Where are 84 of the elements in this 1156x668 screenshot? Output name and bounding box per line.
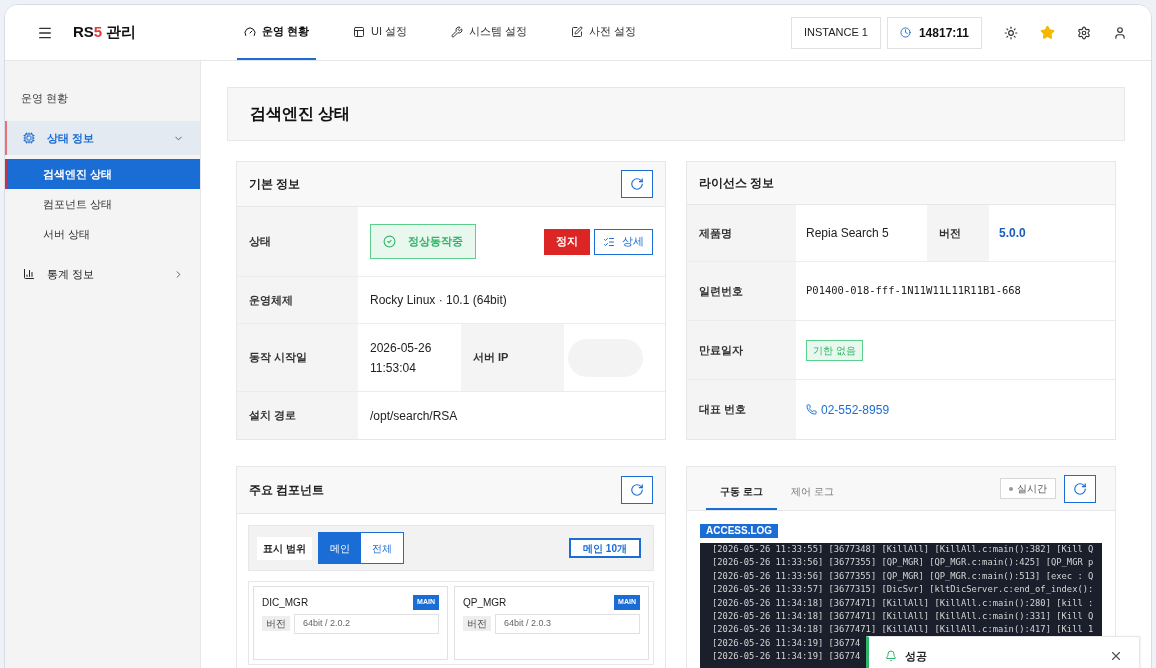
edit-icon [571, 25, 584, 38]
field-label: 일련번호 [699, 283, 743, 299]
star-icon[interactable] [1040, 25, 1055, 40]
nav-tab[interactable]: UI 설정 [346, 5, 415, 60]
check-circle-icon [383, 235, 396, 248]
serial-number: P01400-018-fff-1N11W11L11R11B1-668 [806, 283, 1021, 299]
card-title: 라이선스 정보 [699, 175, 775, 192]
list-icon [603, 235, 615, 248]
stop-button[interactable]: 정지 [544, 228, 590, 255]
refresh-icon [1073, 481, 1087, 496]
wrench-icon [451, 25, 464, 38]
phone-icon [806, 404, 817, 415]
detail-button[interactable]: 상세 [594, 228, 653, 255]
sidebar-group[interactable]: 통계 정보 [5, 257, 200, 291]
nav-tab[interactable]: 사전 설정 [564, 5, 644, 60]
log-tab[interactable]: 구동 로그 [706, 474, 777, 510]
toast-message: 성공 [905, 648, 927, 664]
card-title: 주요 컴포넌트 [249, 482, 325, 499]
field-value: /opt/search/RSA [370, 407, 458, 425]
gauge-icon [244, 25, 256, 38]
page-title: 검색엔진 상태 [250, 104, 351, 124]
theme-icon[interactable] [1004, 25, 1018, 40]
version-label: 버전 [463, 616, 491, 632]
sidebar-item[interactable]: 서버 상태 [5, 219, 200, 249]
field-value: 2026-05-26 11:53:04 [370, 339, 433, 377]
sidebar-item[interactable]: 검색엔진 상태 [5, 159, 200, 189]
refresh-button[interactable] [1064, 474, 1096, 503]
bell-icon [885, 650, 897, 662]
nav-tab[interactable]: 시스템 설정 [444, 5, 535, 60]
field-label: 대표 번호 [699, 402, 747, 418]
count-button[interactable]: 메인 10개 [569, 538, 641, 558]
log-line: [2026-05-26 11:34:18] [3677471] [KillAll] [KillAll.c:main():417] [Kill 1 [712, 623, 1094, 637]
app-logo: RS5 관리 [73, 22, 137, 43]
phone-link[interactable]: 02-552-8959 [806, 400, 890, 419]
log-line: [2026-05-26 11:34:19] [36774 [712, 636, 861, 650]
refresh-button[interactable] [621, 170, 653, 198]
field-label: 제품명 [699, 225, 732, 241]
status-badge: 정상동작중 [370, 224, 476, 259]
timer-display: 14817:11 [886, 16, 982, 49]
log-line: [2026-05-26 11:33:56] [3677355] [QP_MGR] [QP_MGR.c:main():513] [exec : Q [712, 569, 1094, 583]
version-field: 64bit / 2.0.3 [495, 614, 640, 634]
refresh-icon [630, 177, 644, 191]
live-badge: 실시간 [1000, 478, 1056, 499]
version-label: 버전 [262, 616, 290, 632]
log-file-label: ACCESS.LOG [700, 524, 779, 538]
field-label: 버전 [939, 225, 961, 241]
sidebar-group[interactable]: 상태 정보 [5, 121, 200, 155]
component-name: DIC_MGR [262, 596, 309, 610]
chip-icon [23, 132, 35, 144]
refresh-button[interactable] [621, 476, 653, 504]
scope-toggle[interactable]: 메인 [318, 533, 361, 563]
scope-label: 표시 범위 [257, 536, 312, 560]
field-label: 동작 시작일 [249, 350, 308, 366]
field-label: 서버 IP [473, 350, 509, 366]
card-title: 기본 정보 [249, 176, 301, 193]
log-line: [2026-05-26 11:33:56] [3677355] [QP_MGR] [QP_MGR.c:main():425] [QP_MGR p [712, 556, 1094, 570]
clock-icon [899, 27, 911, 38]
log-line: [2026-05-26 11:33:57] [3677315] [DicSvr] [kltDicServer.c:end_of_index(): [712, 583, 1094, 597]
close-icon[interactable] [1109, 649, 1123, 663]
log-line: [2026-05-26 11:34:19] [36774 [712, 650, 861, 664]
field-label: 상태 [249, 234, 271, 250]
log-line: [2026-05-26 11:33:55] [3677348] [KillAll] [KillAll.c:main():382] [Kill Q [712, 543, 1094, 556]
field-value: Repia Search 5 [806, 225, 889, 242]
scope-toggle[interactable]: 전체 [360, 533, 403, 563]
user-icon[interactable] [1113, 25, 1127, 40]
sidebar-item[interactable]: 컴포넌트 상태 [5, 189, 200, 219]
log-line: [2026-05-26 11:34:18] [3677471] [KillAll] [KillAll.c:main():331] [Kill Q [712, 610, 1094, 624]
component-name: QP_MGR [463, 596, 507, 610]
version-value: 5.0.0 [999, 225, 1026, 242]
field-label: 설치 경로 [249, 408, 297, 424]
no-expiry-tag: 기한 없음 [806, 339, 863, 361]
log-line: [2026-05-26 11:34:18] [3677471] [KillAll] [KillAll.c:main():280] [kill : [712, 596, 1094, 610]
bar-chart-icon [23, 268, 35, 280]
log-tab[interactable]: 제어 로그 [776, 474, 848, 510]
field-value: Rocky Linux · 10.1 (64bit) [370, 292, 507, 309]
settings-icon[interactable] [1077, 25, 1091, 40]
field-label: 운영체제 [249, 292, 293, 308]
layout-icon [353, 25, 366, 38]
refresh-icon [630, 483, 644, 497]
nav-tab[interactable]: 운영 현황 [237, 5, 317, 60]
sidebar-section-title: 운영 현황 [21, 92, 69, 104]
field-label: 만료일자 [699, 342, 743, 358]
version-field: 64bit / 2.0.2 [294, 614, 439, 634]
instance-button[interactable]: INSTANCE 1 [790, 16, 881, 49]
